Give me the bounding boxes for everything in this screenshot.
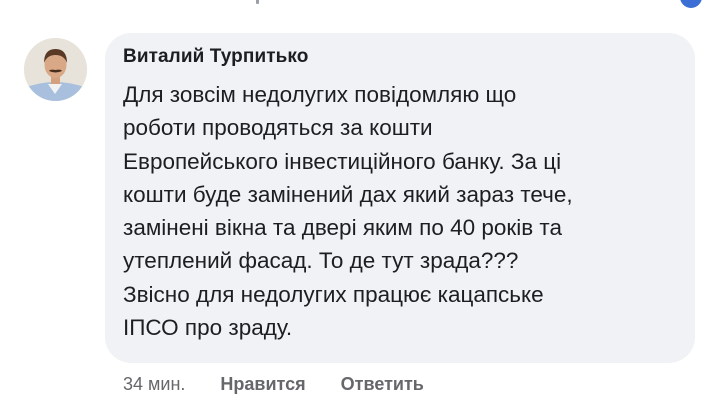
- comment-line: Для зовсім недолугих повідомляю що: [123, 82, 517, 107]
- comment-line: кошти буде замінений дах який зараз тече…: [123, 181, 573, 207]
- notification-badge-icon: [680, 0, 702, 8]
- like-button[interactable]: Нравится: [220, 374, 305, 394]
- comment-author[interactable]: Виталий Турпитько: [123, 46, 309, 68]
- profile-photo-icon: [24, 38, 87, 101]
- comment-line: роботи проводяться за кошти: [123, 115, 433, 141]
- comment-line: утеплений фасад. То де тут зрада???: [123, 248, 519, 274]
- comment-line: Европейського інвестиційного банку. За ц…: [123, 148, 562, 174]
- comment-timestamp[interactable]: 34 мин.: [123, 374, 185, 394]
- comment-line: Звісно для недолугих працює кацапське: [123, 281, 544, 307]
- reply-button[interactable]: Ответить: [341, 374, 424, 394]
- previous-comment-edge: [0, 0, 720, 14]
- truncated-glyph: [256, 0, 259, 4]
- comment-text: Для зовсім недолугих повідомляю що робот…: [123, 78, 683, 344]
- comment-line: замінені вікна та двері яким по 40 років…: [123, 215, 563, 241]
- avatar[interactable]: [24, 38, 87, 101]
- comment-line: ІПСО про зраду.: [123, 315, 293, 341]
- comment-actions: 34 мин. Нравится Ответить: [123, 374, 454, 395]
